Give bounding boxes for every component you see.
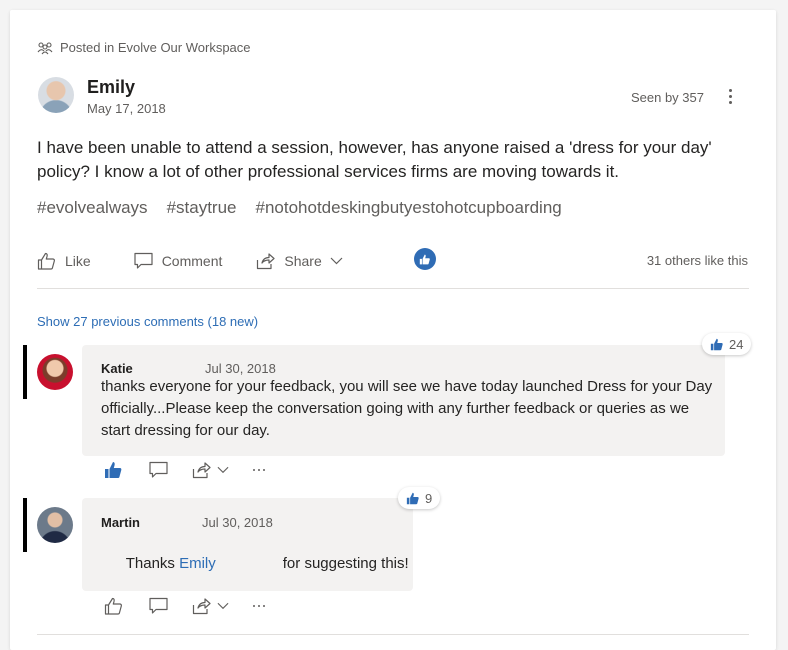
comment-author[interactable]: Katie [101,361,133,376]
comment-text-start: Thanks [125,555,180,572]
show-previous-comments-link[interactable]: Show 27 previous comments (18 new) [37,314,258,329]
section-divider [37,288,749,289]
comment-share-button[interactable] [192,461,229,479]
post-date: May 17, 2018 [87,101,166,116]
comment-reply-button[interactable] [149,461,168,479]
comment-like-button[interactable] [104,597,123,615]
seen-by-count[interactable]: Seen by 357 [631,90,704,105]
comment-button[interactable]: Comment [134,252,223,270]
post-body: I have been unable to attend a session, … [37,138,712,181]
people-group-icon [37,41,53,54]
comment-action-bar [104,461,265,479]
chevron-down-icon [217,466,229,474]
like-label: Like [65,253,91,269]
comment-action-bar [104,597,265,615]
comment-bubble: Katie Jul 30, 2018 thanks everyone for y… [82,345,725,456]
author-name[interactable]: Emily [87,77,135,98]
likes-summary[interactable]: 31 others like this [647,253,748,268]
chevron-down-icon [217,602,229,610]
comment-more-button[interactable] [253,605,265,607]
comment-date: Jul 30, 2018 [205,361,276,376]
thumbs-up-icon [104,597,122,615]
share-arrow-icon [192,462,211,479]
comment-reply-button[interactable] [149,597,168,615]
like-button[interactable]: Like [37,252,91,270]
comment-share-button[interactable] [192,597,229,615]
avatar[interactable] [37,507,73,543]
speech-bubble-icon [149,597,168,614]
hashtag-link[interactable]: #notohotdeskingbutyestohotcupboarding [256,198,562,218]
comment-text: Thanks Emily for suggesting this! [101,531,409,597]
posted-in-label: Posted in Evolve Our Workspace [60,40,251,55]
comment-text: thanks everyone for your feedback, you w… [101,378,713,439]
avatar[interactable] [37,354,73,390]
hashtag-link[interactable]: #staytrue [167,198,237,218]
speech-bubble-icon [134,252,153,269]
thumbs-up-icon [710,338,723,350]
hashtag-list: #evolvealways #staytrue #notohotdeskingb… [37,198,562,218]
comment-date: Jul 30, 2018 [202,515,273,530]
posted-in-line[interactable]: Posted in Evolve Our Workspace [37,40,251,55]
thumbs-up-icon [406,492,419,504]
share-label: Share [284,253,322,269]
unread-indicator [23,345,27,399]
like-count: 24 [729,336,744,352]
post-card: Posted in Evolve Our Workspace Emily May… [10,10,776,650]
more-dots-icon [728,88,732,92]
reaction-like-badge[interactable] [414,248,436,270]
comment-more-button[interactable] [253,469,265,471]
more-dots-icon [253,469,255,471]
author-avatar[interactable] [38,77,74,113]
comment-like-button[interactable] [104,461,123,479]
more-options-button[interactable] [724,84,736,108]
share-arrow-icon [257,253,275,270]
thumbs-up-icon [37,252,55,270]
share-arrow-icon [192,598,211,615]
speech-bubble-icon [149,461,168,478]
thumbs-up-icon [105,462,122,478]
comment-like-count[interactable]: 24 [702,333,752,355]
share-button[interactable]: Share [256,252,343,270]
comment-label: Comment [161,253,223,269]
comment-text-end: for suggesting this! [282,555,409,572]
more-dots-icon [253,605,255,607]
section-divider [37,634,749,635]
chevron-down-icon [330,257,343,265]
comment-author[interactable]: Martin [101,515,140,530]
comment-like-count[interactable]: 9 [398,487,441,509]
like-count: 9 [425,490,433,506]
comment-bubble: Martin Jul 30, 2018 Thanks Emily for sugg… [82,498,413,591]
post-action-bar: Like Comment Share [37,250,343,272]
thumbs-up-icon [419,254,430,264]
hashtag-link[interactable]: #evolvealways [37,198,148,218]
unread-indicator [23,498,27,552]
mention-link[interactable]: Emily [179,555,216,572]
